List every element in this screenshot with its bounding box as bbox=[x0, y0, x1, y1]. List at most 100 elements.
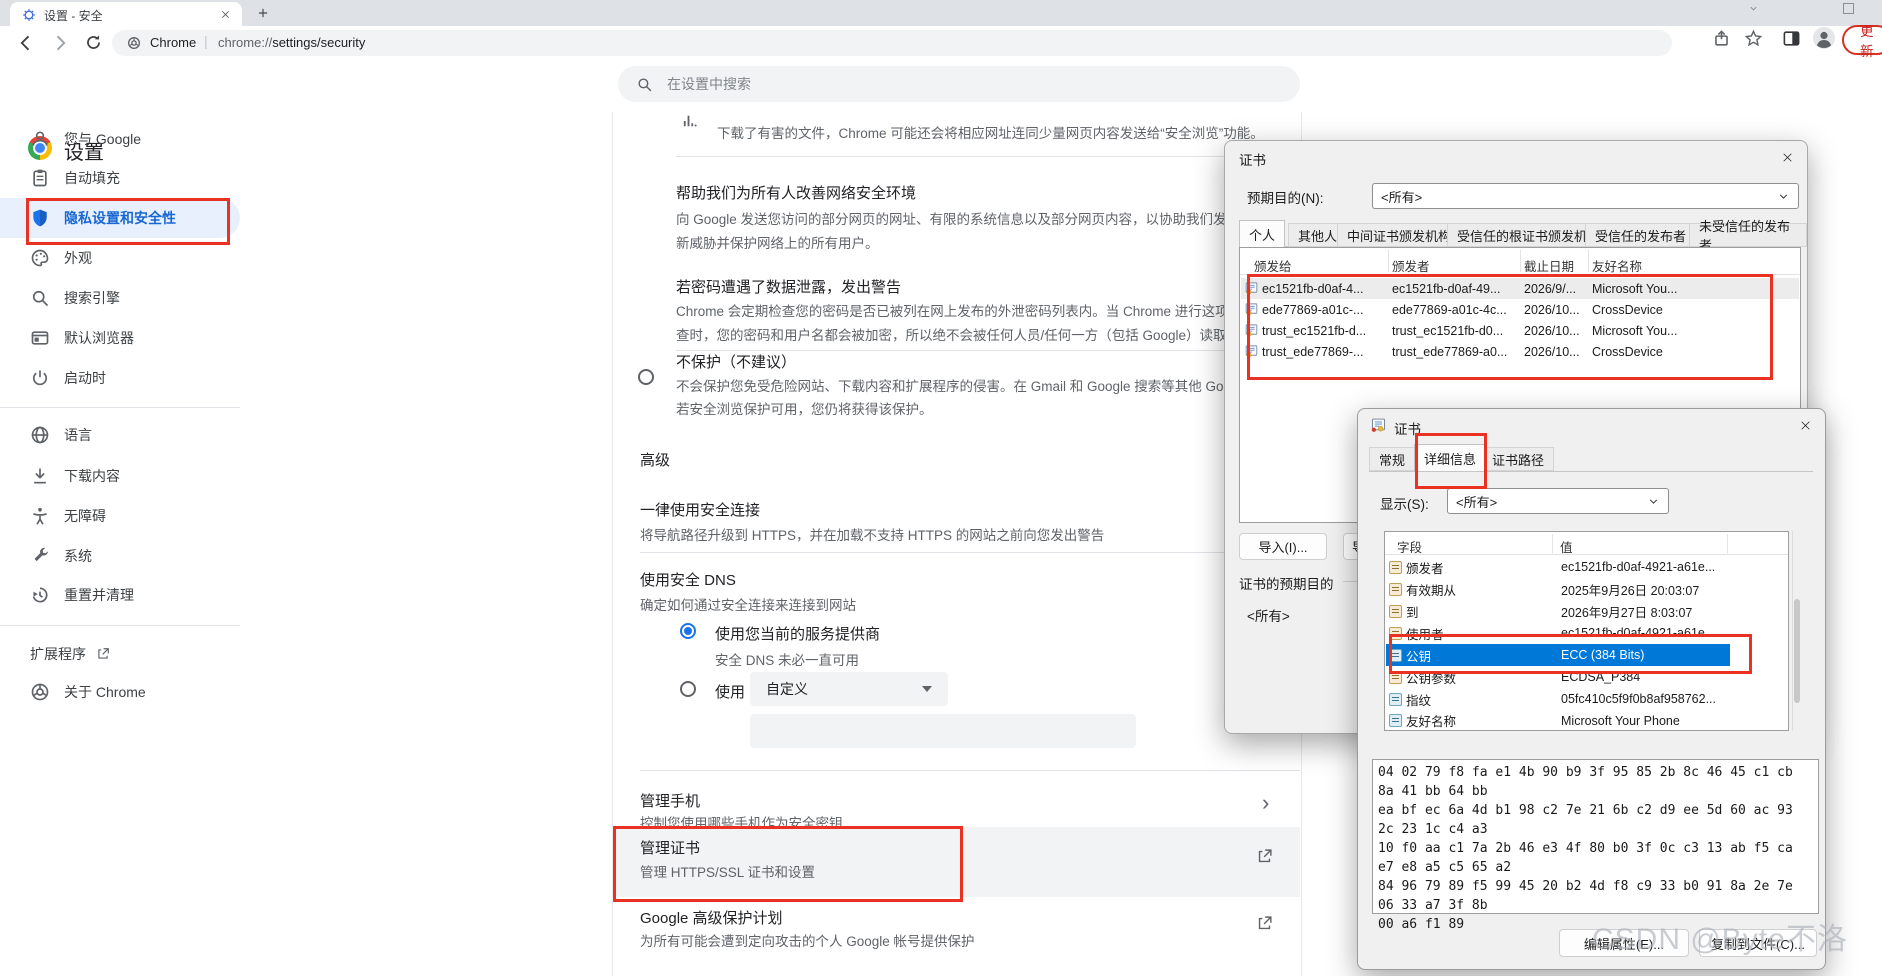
sidebar-item-privacy-security[interactable]: 隐私设置和安全性 bbox=[0, 198, 240, 238]
side-panel-icon[interactable] bbox=[1782, 29, 1801, 48]
close-icon[interactable] bbox=[1775, 145, 1799, 169]
sidebar-item-label: 重置并清理 bbox=[64, 585, 134, 605]
show-combobox[interactable]: <所有> bbox=[1447, 488, 1669, 514]
field-value: ec1521fb-d0af-4921-a61e... bbox=[1561, 626, 1715, 640]
tab-untrusted-publishers[interactable]: 未受信任的发布者 bbox=[1689, 223, 1807, 247]
field-row-friendly-name[interactable]: 友好名称Microsoft Your Phone bbox=[1386, 710, 1787, 731]
settings-search[interactable] bbox=[618, 66, 1300, 102]
field-row-issuer[interactable]: 颁发者ec1521fb-d0af-4921-a61e... bbox=[1386, 556, 1787, 578]
tab-close-icon[interactable] bbox=[220, 9, 231, 20]
column-separator[interactable] bbox=[1588, 250, 1589, 272]
forward-icon[interactable] bbox=[50, 33, 70, 53]
dns-custom-input[interactable] bbox=[750, 714, 1136, 748]
profile-avatar[interactable] bbox=[1812, 26, 1836, 50]
chrome-icon bbox=[30, 682, 50, 702]
column-header-issued-by[interactable]: 颁发者 bbox=[1392, 256, 1430, 275]
column-separator[interactable] bbox=[1388, 250, 1389, 272]
sidebar-item-autofill[interactable]: 自动填充 bbox=[0, 158, 240, 198]
sidebar-item-default-browser[interactable]: 默认浏览器 bbox=[0, 318, 240, 358]
sidebar-item-you-and-google[interactable]: 您与 Google bbox=[0, 119, 240, 159]
edit-properties-label: 编辑属性(E)... bbox=[1584, 934, 1664, 953]
column-header-friendly-name[interactable]: 友好名称 bbox=[1592, 256, 1642, 275]
certificate-icon bbox=[1244, 302, 1259, 317]
cell-issued-to: trust_ec1521fb-d... bbox=[1262, 324, 1366, 338]
secure-dns-title: 使用安全 DNS bbox=[640, 569, 736, 590]
omnibox-separator: | bbox=[204, 33, 208, 49]
new-tab-icon[interactable] bbox=[256, 6, 270, 20]
help-improve-desc-2: 新威胁并保护网络上的所有用户。 bbox=[676, 232, 879, 252]
hex-value-box[interactable]: 04 02 79 f8 fa e1 4b 90 b9 3f 95 85 2b 8… bbox=[1372, 759, 1819, 914]
dns-custom-dropdown[interactable]: 自定义 bbox=[750, 672, 948, 706]
field-row-valid-to[interactable]: 到2026年9月27日 8:03:07 bbox=[1386, 600, 1787, 622]
column-header-expiry[interactable]: 截止日期 bbox=[1524, 256, 1574, 275]
sidebar-item-search-engine[interactable]: 搜索引擎 bbox=[0, 278, 240, 318]
launch-icon[interactable] bbox=[1256, 915, 1273, 932]
window-restore-icon[interactable] bbox=[1843, 3, 1854, 14]
certificate-row[interactable]: ede77869-a01c-... ede77869-a01c-4c... 20… bbox=[1241, 299, 1799, 320]
omnibox[interactable]: Chrome | chrome://settings/security bbox=[112, 30, 1672, 56]
sidebar-item-about-chrome[interactable]: 关于 Chrome bbox=[0, 672, 240, 712]
chevron-right-icon[interactable]: › bbox=[1262, 790, 1269, 816]
dns-custom-radio[interactable] bbox=[680, 681, 696, 697]
launch-icon[interactable] bbox=[1256, 848, 1273, 865]
bookmark-star-icon[interactable] bbox=[1744, 29, 1763, 48]
field-row-subject[interactable]: 使用者ec1521fb-d0af-4921-a61e... bbox=[1386, 622, 1787, 644]
search-input[interactable] bbox=[665, 75, 1229, 93]
no-protection-radio[interactable] bbox=[638, 369, 654, 385]
breach-warning-title: 若密码遭遇了数据泄露，发出警告 bbox=[676, 276, 901, 297]
certificate-row[interactable]: trust_ede77869-... trust_ede77869-a0... … bbox=[1241, 341, 1799, 362]
cell-issued-by: ec1521fb-d0af-49... bbox=[1392, 282, 1500, 296]
tab-personal[interactable]: 个人 bbox=[1239, 220, 1285, 247]
shield-icon bbox=[30, 208, 50, 228]
edit-properties-button[interactable]: 编辑属性(E)... bbox=[1559, 929, 1689, 957]
url-path: settings/security bbox=[272, 35, 365, 50]
share-icon[interactable] bbox=[1712, 29, 1731, 48]
sidebar-item-languages[interactable]: 语言 bbox=[0, 415, 240, 455]
field-icon bbox=[1389, 583, 1402, 596]
field-name: 有效期从 bbox=[1406, 580, 1456, 599]
column-separator[interactable] bbox=[1520, 250, 1521, 272]
column-separator[interactable] bbox=[1552, 534, 1553, 554]
divider bbox=[640, 552, 1300, 553]
sidebar-item-on-startup[interactable]: 启动时 bbox=[0, 358, 240, 398]
certificate-row[interactable]: trust_ec1521fb-d... trust_ec1521fb-d0...… bbox=[1241, 320, 1799, 341]
sidebar-item-downloads[interactable]: 下载内容 bbox=[0, 456, 240, 496]
field-row-valid-from[interactable]: 有效期从2025年9月26日 20:03:07 bbox=[1386, 578, 1787, 600]
sidebar-item-label: 隐私设置和安全性 bbox=[64, 208, 176, 228]
no-protection-desc-1: 不会保护您免受危险网站、下载内容和扩展程序的侵害。在 Gmail 和 Googl… bbox=[676, 375, 1249, 395]
browser-tab[interactable]: 设置 - 安全 bbox=[10, 2, 242, 26]
import-button[interactable]: 导入(I)... bbox=[1239, 533, 1327, 560]
reload-icon[interactable] bbox=[84, 33, 103, 52]
tab-intermediate-cas[interactable]: 中间证书颁发机构 bbox=[1337, 223, 1461, 247]
window-chevron-icon[interactable] bbox=[1748, 3, 1759, 14]
sidebar-item-accessibility[interactable]: 无障碍 bbox=[0, 496, 240, 536]
scrollbar[interactable] bbox=[1792, 531, 1802, 731]
tab-trusted-publishers[interactable]: 受信任的发布者 bbox=[1585, 223, 1696, 247]
field-row-public-key[interactable]: 公钥ECC (384 Bits) bbox=[1386, 644, 1730, 666]
intended-purpose-combobox[interactable]: <所有> bbox=[1372, 183, 1799, 209]
copy-to-file-button[interactable]: 复制到文件(C)... bbox=[1699, 929, 1817, 957]
field-row-public-key-params[interactable]: 公钥参数ECDSA_P384 bbox=[1386, 666, 1787, 688]
sidebar-item-label: 下载内容 bbox=[64, 466, 120, 486]
sidebar-item-appearance[interactable]: 外观 bbox=[0, 238, 240, 278]
https-first-title: 一律使用安全连接 bbox=[640, 499, 760, 520]
tab-certification-path[interactable]: 证书路径 bbox=[1482, 447, 1554, 471]
tab-general[interactable]: 常规 bbox=[1369, 447, 1415, 471]
sidebar-item-label: 搜索引擎 bbox=[64, 288, 120, 308]
column-header-issued-to[interactable]: 颁发给 bbox=[1254, 256, 1292, 275]
back-icon[interactable] bbox=[16, 33, 36, 53]
sidebar-item-extensions[interactable]: 扩展程序 bbox=[0, 634, 240, 674]
scrollbar-thumb[interactable] bbox=[1794, 599, 1800, 703]
sidebar-item-reset[interactable]: 重置并清理 bbox=[0, 575, 240, 615]
dns-provider-radio[interactable] bbox=[680, 623, 696, 639]
update-button[interactable]: 更新 bbox=[1842, 25, 1882, 55]
https-first-desc: 将导航路径升级到 HTTPS，并在加载不支持 HTTPS 的网站之前向您发出警告 bbox=[640, 524, 1104, 544]
certificate-row[interactable]: ec1521fb-d0af-4... ec1521fb-d0af-49... 2… bbox=[1241, 278, 1799, 299]
field-icon bbox=[1389, 649, 1402, 662]
field-row-thumbprint[interactable]: 指纹05fc410c5f9f0b8af958762... bbox=[1386, 688, 1787, 710]
column-separator[interactable] bbox=[1727, 534, 1728, 554]
sidebar-item-system[interactable]: 系统 bbox=[0, 536, 240, 576]
close-icon[interactable] bbox=[1793, 413, 1817, 437]
tab-details[interactable]: 详细信息 bbox=[1414, 444, 1486, 471]
field-name: 到 bbox=[1406, 602, 1419, 621]
